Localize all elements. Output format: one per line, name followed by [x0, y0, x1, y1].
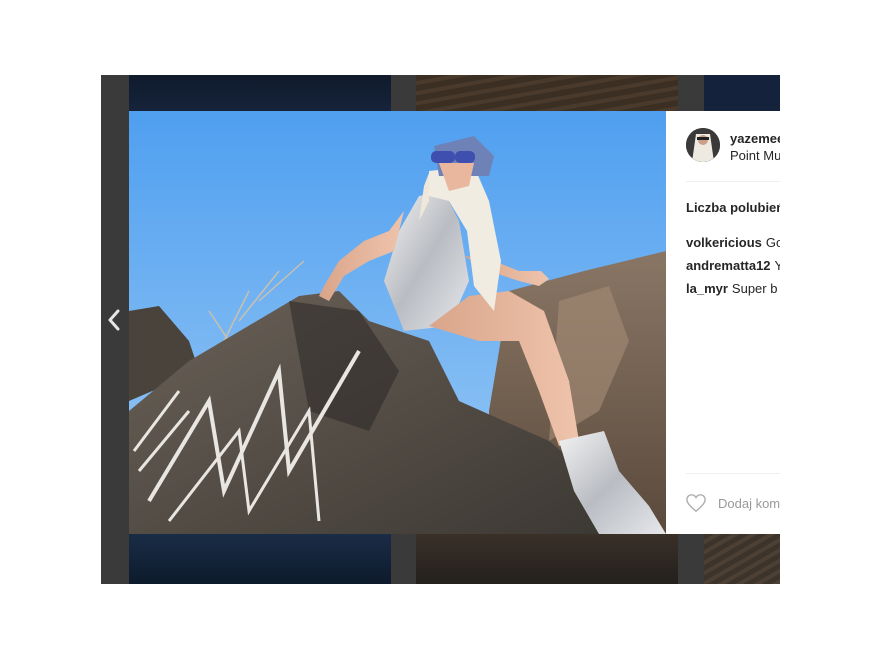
comment-item: andrematta12 Y: [686, 258, 780, 273]
comment-text: Y: [774, 258, 780, 273]
heart-icon: [686, 494, 706, 513]
avatar-image: [686, 128, 720, 162]
post-photo[interactable]: [129, 111, 666, 534]
comment-username[interactable]: andrematta12: [686, 258, 771, 273]
likes-count[interactable]: Liczba polubień: [686, 200, 780, 215]
post-location[interactable]: Point Mu: [730, 148, 780, 163]
comment-username[interactable]: la_myr: [686, 281, 728, 296]
comment-text: Super b: [731, 281, 778, 296]
comment-item: la_myr Super b: [686, 281, 777, 296]
comment-username[interactable]: volkericious: [686, 235, 762, 250]
background-thumbnail: [416, 534, 678, 584]
post-username[interactable]: yazemee: [730, 131, 780, 146]
previous-post-button[interactable]: [101, 305, 127, 335]
divider: [686, 473, 780, 474]
background-thumbnail: [704, 534, 780, 584]
background-thumbnail: [129, 534, 391, 584]
comment-item: volkericious Go: [686, 235, 780, 250]
background-thumbnail: [416, 75, 678, 111]
like-button[interactable]: [685, 493, 707, 513]
divider: [686, 181, 780, 182]
add-comment-input[interactable]: [718, 496, 780, 511]
post-sidebar: yazemee Point Mu Liczba polubień volkeri…: [666, 111, 780, 534]
comment-text: Go: [765, 235, 780, 250]
avatar[interactable]: [686, 128, 720, 162]
background-thumbnail: [704, 75, 780, 111]
chevron-left-icon: [108, 309, 120, 331]
post-modal: yazemee Point Mu Liczba polubień volkeri…: [129, 111, 780, 534]
background-thumbnail: [129, 75, 391, 111]
